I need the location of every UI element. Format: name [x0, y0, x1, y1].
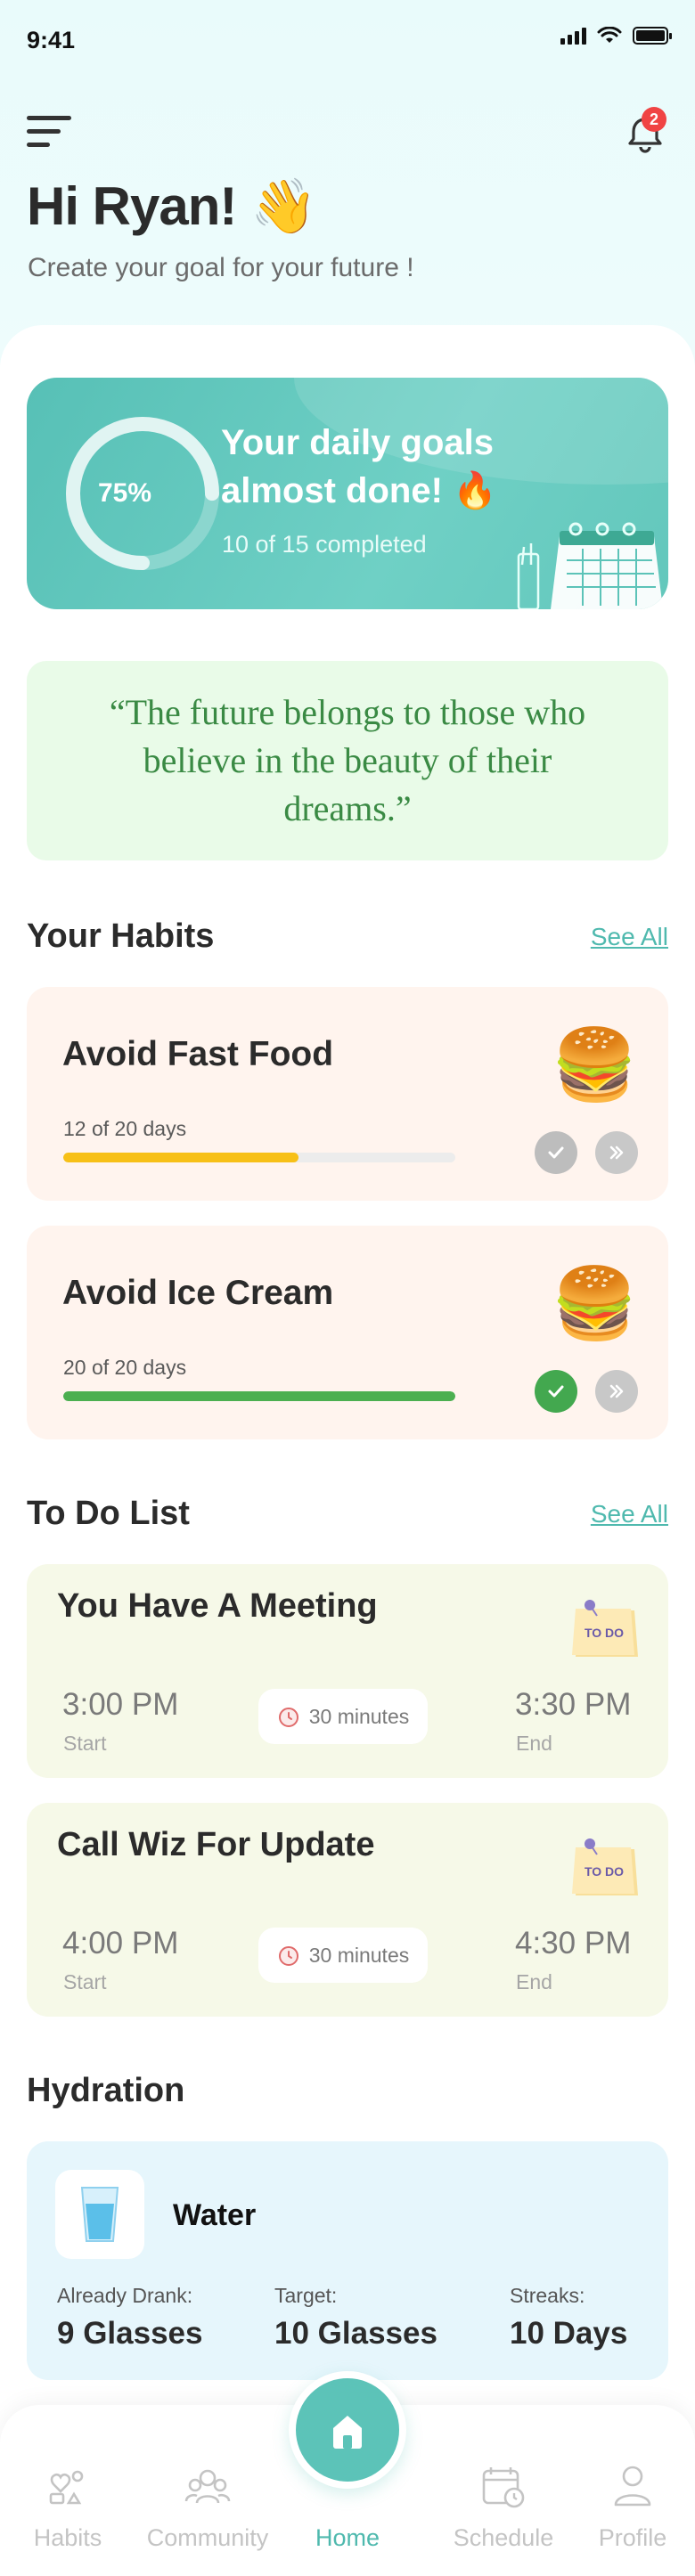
clock-icon — [278, 1708, 298, 1727]
drank-label: Already Drank: — [57, 2284, 193, 2307]
todo-end-time: 4:30 PM — [515, 1926, 632, 1961]
target-label: Target: — [274, 2284, 338, 2307]
status-time: 9:41 — [27, 27, 76, 53]
habit-card[interactable]: Avoid Ice Cream 20 of 20 days 🍔 — [27, 1226, 668, 1439]
nav-item-schedule[interactable]: Schedule — [446, 2405, 561, 2576]
signal-icon — [560, 27, 586, 45]
streaks-label: Streaks: — [510, 2284, 585, 2307]
calendar-illustration-icon — [517, 522, 663, 609]
nav-label-schedule: Schedule — [453, 2524, 554, 2551]
todo-card[interactable]: Call Wiz For Update TO DO 4:00 PM Start … — [27, 1803, 668, 2017]
todo-duration-badge: 30 minutes — [258, 1689, 428, 1744]
todo-title: Call Wiz For Update — [57, 1826, 375, 1863]
todo-see-all-link[interactable]: See All — [591, 1500, 668, 1528]
clock-icon — [278, 1946, 298, 1966]
habit-skip-button[interactable] — [595, 1370, 638, 1413]
habit-name: Avoid Ice Cream — [62, 1274, 334, 1312]
hydration-card[interactable]: Water Already Drank: 9 Glasses Target: 1… — [27, 2141, 668, 2380]
hydration-section-title: Hydration — [27, 2072, 185, 2109]
community-icon — [184, 2469, 231, 2504]
schedule-icon — [482, 2467, 525, 2508]
habit-progress-fill — [63, 1153, 298, 1162]
nav-item-habits[interactable]: Habits — [25, 2405, 110, 2576]
check-icon — [548, 1385, 564, 1398]
habit-progress-label: 12 of 20 days — [63, 1117, 187, 1140]
notification-button[interactable]: 2 — [622, 107, 668, 157]
greeting-subtitle: Create your goal for your future ! — [28, 253, 414, 282]
water-glass-tile — [55, 2170, 144, 2259]
battery-icon — [633, 27, 672, 45]
goal-completed-count: 10 of 15 completed — [222, 531, 427, 558]
habit-skip-button[interactable] — [595, 1131, 638, 1174]
todo-title: You Have A Meeting — [57, 1587, 378, 1625]
greeting-title: Hi Ryan! 👋 — [27, 176, 317, 236]
todo-end-caption: End — [516, 1970, 552, 1993]
wifi-icon — [597, 27, 622, 43]
nav-label-habits: Habits — [33, 2524, 102, 2551]
notification-badge: 2 — [642, 107, 666, 132]
motivational-quote-card: “The future belongs to those who believe… — [27, 661, 668, 860]
habit-progress-label: 20 of 20 days — [63, 1356, 187, 1379]
todo-note-icon: TO DO — [572, 1838, 638, 1895]
status-icons — [560, 27, 672, 45]
streaks-value: 10 Days — [510, 2316, 628, 2351]
todo-start-time: 3:00 PM — [62, 1687, 179, 1722]
drank-value: 9 Glasses — [57, 2316, 203, 2351]
habit-name: Avoid Fast Food — [62, 1035, 334, 1073]
nav-item-community[interactable]: Community — [143, 2405, 273, 2576]
todo-duration: 30 minutes — [308, 1704, 410, 1728]
check-icon — [548, 1146, 564, 1159]
menu-icon[interactable] — [27, 116, 73, 148]
daily-goals-card[interactable]: 75% Your daily goals almost done! 🔥 10 o… — [27, 378, 668, 609]
todo-start-caption: Start — [63, 1732, 107, 1755]
quote-text: “The future belongs to those who believe… — [109, 692, 586, 828]
water-title: Water — [173, 2198, 257, 2232]
water-glass-icon — [80, 2187, 119, 2242]
todo-card[interactable]: You Have A Meeting TO DO 3:00 PM Start 3… — [27, 1564, 668, 1778]
todo-duration-badge: 30 minutes — [258, 1928, 428, 1983]
habits-see-all-link[interactable]: See All — [591, 923, 668, 951]
habits-section-title: Your Habits — [27, 917, 215, 955]
todo-note-label: TO DO — [585, 1626, 624, 1640]
home-button[interactable] — [289, 2371, 406, 2489]
todo-end-caption: End — [516, 1732, 552, 1755]
habits-icon — [49, 2470, 84, 2505]
todo-end-time: 3:30 PM — [515, 1687, 632, 1722]
burger-icon: 🍔 — [551, 1025, 638, 1104]
goal-title-line1: Your daily goals — [221, 423, 494, 462]
todo-section-title: To Do List — [27, 1495, 190, 1532]
habit-progress-bar — [63, 1391, 455, 1401]
home-icon — [333, 2416, 362, 2449]
habit-check-button[interactable] — [535, 1131, 577, 1174]
habit-progress-bar — [63, 1153, 455, 1162]
goal-percent: 75% — [97, 478, 152, 508]
todo-note-icon: TO DO — [572, 1600, 638, 1657]
nav-label-community: Community — [146, 2524, 269, 2551]
habit-card[interactable]: Avoid Fast Food 12 of 20 days 🍔 — [27, 987, 668, 1201]
goal-title: Your daily goals almost done! 🔥 — [221, 419, 497, 515]
nav-item-profile[interactable]: Profile — [588, 2405, 677, 2576]
todo-start-caption: Start — [63, 1970, 107, 1993]
habit-check-button[interactable] — [535, 1370, 577, 1413]
nav-label-profile: Profile — [598, 2524, 667, 2551]
target-value: 10 Glasses — [274, 2316, 437, 2351]
double-chevron-right-icon — [609, 1384, 624, 1398]
burger-icon: 🍔 — [551, 1264, 638, 1342]
goal-title-line2: almost done! 🔥 — [221, 471, 497, 510]
todo-note-label: TO DO — [585, 1864, 624, 1879]
todo-start-time: 4:00 PM — [62, 1926, 179, 1961]
todo-duration: 30 minutes — [308, 1943, 410, 1967]
habit-progress-fill — [63, 1391, 455, 1401]
double-chevron-right-icon — [609, 1145, 624, 1160]
nav-label-home: Home — [315, 2524, 380, 2551]
profile-icon — [614, 2466, 651, 2507]
